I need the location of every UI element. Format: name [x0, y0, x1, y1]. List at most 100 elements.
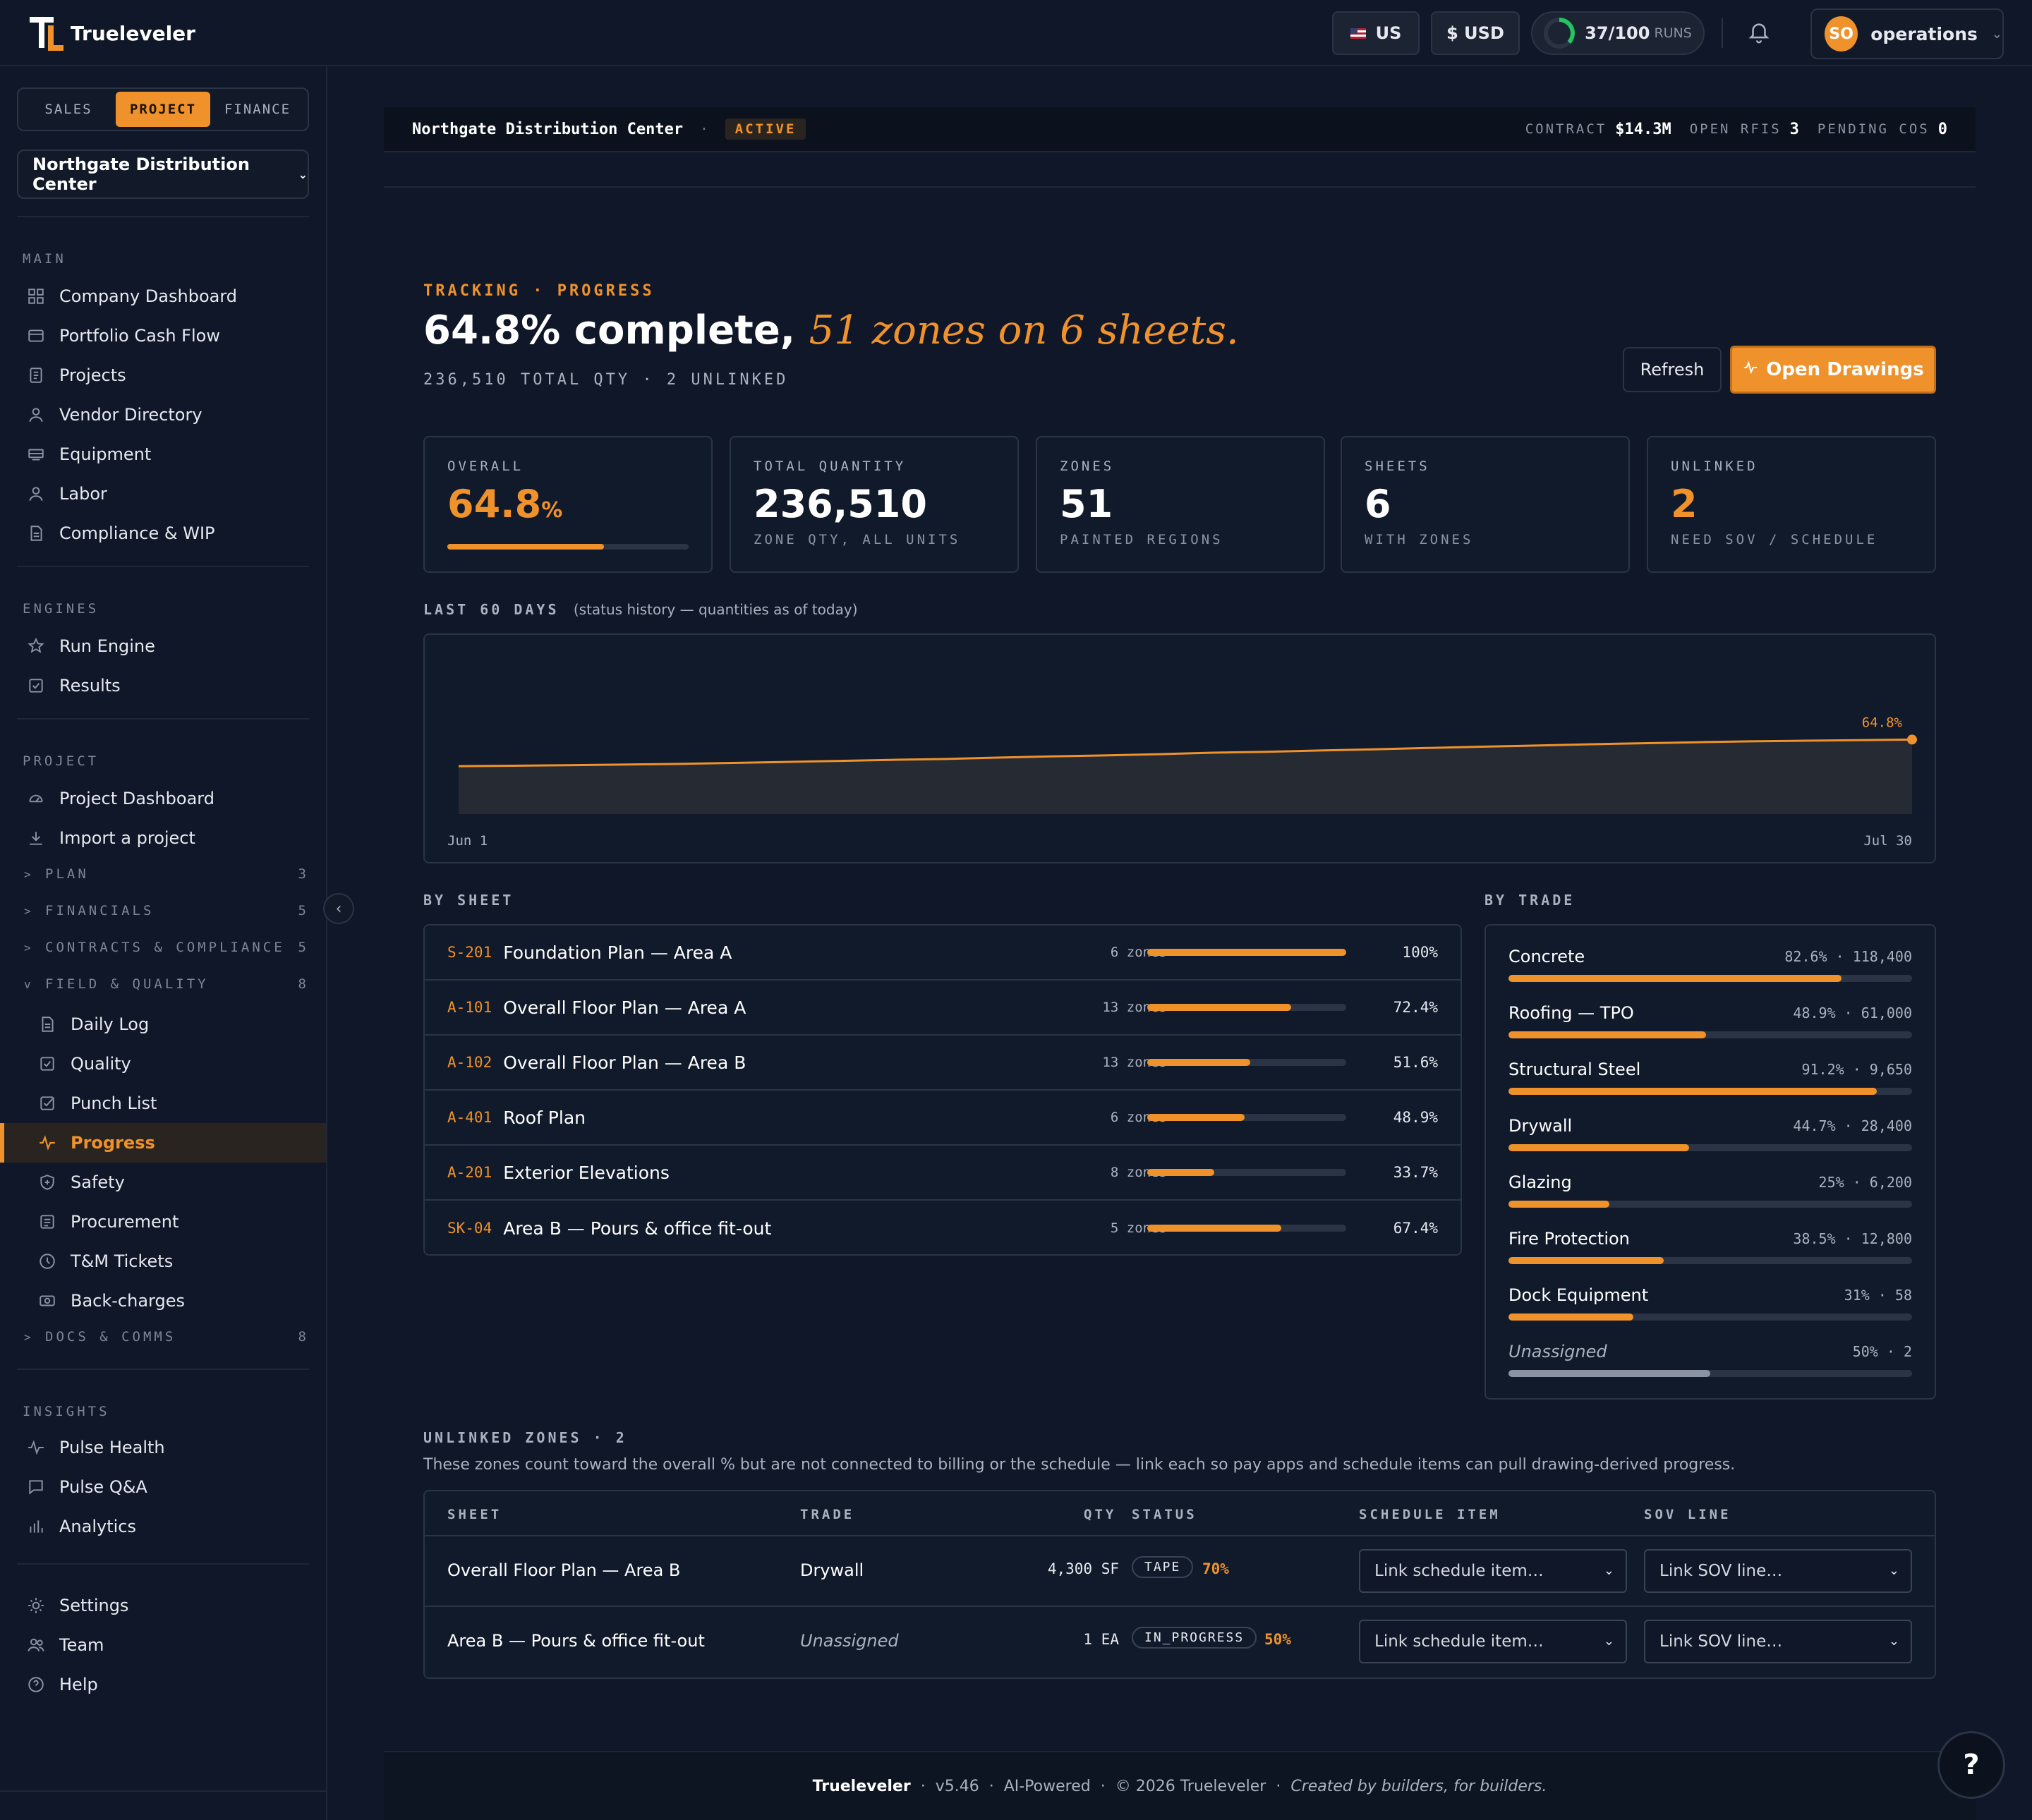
sheet-row[interactable]: A-102 Overall Floor Plan — Area B 13 zon…	[425, 1036, 1460, 1091]
column-header-trade: TRADE	[800, 1507, 855, 1522]
sidebar-item-label: Equipment	[59, 444, 152, 464]
sidebar-group-plan[interactable]: > PLAN 3	[24, 866, 306, 882]
sheet-row[interactable]: A-101 Overall Floor Plan — Area A 13 zon…	[425, 981, 1460, 1036]
trade-value: 50% · 2	[1852, 1343, 1912, 1360]
page-footer: Trueleveler · v5.46 · AI-Powered · © 2026 T…	[384, 1751, 1976, 1820]
column-header-qty: QTY	[1084, 1507, 1117, 1522]
sidebar-item-label: Help	[59, 1675, 98, 1694]
open-drawings-button[interactable]: Open Drawings	[1730, 346, 1936, 394]
bar-chart-icon	[25, 1516, 47, 1537]
sidebar-item-vendor-directory[interactable]: Vendor Directory	[0, 395, 326, 435]
sidebar-item-quality[interactable]: Quality	[0, 1044, 326, 1084]
tab-project[interactable]: PROJECT	[116, 92, 210, 127]
zone-status-percent: 50%	[1264, 1631, 1291, 1648]
sidebar-item-back-charges[interactable]: Back-charges	[0, 1281, 326, 1321]
sheet-row[interactable]: S-201 Foundation Plan — Area A 6 zones 1…	[425, 926, 1460, 981]
help-circle-icon	[25, 1674, 47, 1695]
sidebar-item-analytics[interactable]: Analytics	[0, 1507, 326, 1546]
trade-progress-bar	[1508, 1031, 1912, 1038]
sidebar-item-portfolio-cash-flow[interactable]: Portfolio Cash Flow	[0, 316, 326, 356]
sidebar-item-punch-list[interactable]: Punch List	[0, 1084, 326, 1123]
select-value: Link schedule item…	[1374, 1632, 1544, 1651]
tab-sales[interactable]: SALES	[21, 92, 116, 127]
tab-finance[interactable]: FINANCE	[210, 92, 305, 127]
notifications-bell-icon[interactable]	[1747, 20, 1771, 45]
sidebar-group-field-quality[interactable]: v FIELD & QUALITY 8	[24, 976, 306, 992]
worker-icon	[25, 483, 47, 504]
sidebar-item-projects[interactable]: Projects	[0, 356, 326, 395]
select-value: Link schedule item…	[1374, 1562, 1544, 1580]
sidebar-item-results[interactable]: Results	[0, 666, 326, 705]
sidebar-item-safety[interactable]: Safety	[0, 1163, 326, 1202]
sidebar-item-equipment[interactable]: Equipment	[0, 435, 326, 474]
sidebar-item-tm-tickets[interactable]: T&M Tickets	[0, 1242, 326, 1281]
trade-value: 44.7% · 28,400	[1793, 1117, 1912, 1134]
currency-label: $ USD	[1446, 23, 1504, 43]
link-sov-line-select[interactable]: Link SOV line… ⌄	[1644, 1620, 1912, 1663]
chevron-left-icon: ‹	[335, 899, 342, 918]
progress-fill	[1147, 1225, 1282, 1232]
history-chart-svg: 64.8% Jun 1 Jul 30	[447, 715, 1917, 849]
help-fab-button[interactable]: ?	[1937, 1731, 2005, 1799]
trade-name: Fire Protection	[1508, 1229, 1630, 1249]
column-header-sov-line: SOV LINE	[1644, 1507, 1731, 1522]
sheet-name: Foundation Plan — Area A	[503, 942, 732, 963]
refresh-button[interactable]: Refresh	[1623, 347, 1722, 392]
by-sheet-list: S-201 Foundation Plan — Area A 6 zones 1…	[423, 924, 1462, 1256]
sheet-code: S-201	[447, 944, 492, 961]
project-metrics: CONTRACT $14.3M OPEN RFIS 3 PENDING COS …	[1525, 121, 1947, 138]
link-schedule-item-select[interactable]: Link schedule item… ⌄	[1359, 1549, 1627, 1593]
sidebar-item-pulse-qa[interactable]: Pulse Q&A	[0, 1467, 326, 1507]
runs-usage-button[interactable]: 37/100 RUNS	[1531, 11, 1705, 55]
footer-ai: AI-Powered	[1003, 1777, 1091, 1795]
sidebar-item-import-project[interactable]: Import a project	[0, 818, 326, 858]
sheet-code: A-401	[447, 1109, 492, 1126]
user-menu-button[interactable]: SO operations ⌄	[1810, 8, 2004, 59]
sidebar-item-label: Settings	[59, 1596, 129, 1615]
sheet-percent: 51.6%	[1393, 1054, 1438, 1071]
sheet-zone-count: 13 zones	[1102, 1000, 1167, 1015]
sidebar-item-help[interactable]: Help	[0, 1665, 326, 1704]
sidebar-divider	[17, 1563, 309, 1565]
kpi-sub: NEED SOV / SCHEDULE	[1671, 532, 1878, 547]
sidebar-item-label: Import a project	[59, 828, 195, 848]
sheet-row[interactable]: A-201 Exterior Elevations 8 zones 33.7%	[425, 1146, 1460, 1201]
sidebar-group-count: 8	[298, 1329, 306, 1345]
download-icon	[25, 827, 47, 849]
sidebar-item-label: Compliance & WIP	[59, 523, 215, 543]
sheet-progress-bar	[1147, 1114, 1346, 1121]
sidebar-group-financials[interactable]: > FINANCIALS 5	[24, 903, 306, 918]
sidebar-item-run-engine[interactable]: Run Engine	[0, 626, 326, 666]
link-sov-line-select[interactable]: Link SOV line… ⌄	[1644, 1549, 1912, 1593]
sidebar-group-contracts-compliance[interactable]: > CONTRACTS & COMPLIANCE 5	[24, 940, 306, 955]
sidebar-item-daily-log[interactable]: Daily Log	[0, 1005, 326, 1044]
sidebar-group-docs-comms[interactable]: > DOCS & COMMS 8	[24, 1329, 306, 1345]
sheet-progress-bar	[1147, 1004, 1346, 1011]
sidebar-item-procurement[interactable]: Procurement	[0, 1202, 326, 1242]
link-schedule-item-select[interactable]: Link schedule item… ⌄	[1359, 1620, 1627, 1663]
trade-name: Glazing	[1508, 1172, 1572, 1192]
table-row: Overall Floor Plan — Area B Drywall 4,30…	[425, 1536, 1935, 1607]
sidebar-item-team[interactable]: Team	[0, 1625, 326, 1665]
pulse-icon	[25, 1437, 47, 1458]
sidebar-item-compliance-wip[interactable]: Compliance & WIP	[0, 514, 326, 553]
sidebar-item-pulse-health[interactable]: Pulse Health	[0, 1428, 326, 1467]
currency-button[interactable]: $ USD	[1431, 11, 1520, 55]
sheet-row[interactable]: SK-04 Area B — Pours & office fit-out 5 …	[425, 1201, 1460, 1254]
sidebar-item-labor[interactable]: Labor	[0, 474, 326, 514]
sidebar-item-company-dashboard[interactable]: Company Dashboard	[0, 277, 326, 316]
kpi-label: ZONES	[1060, 459, 1115, 474]
sidebar-item-progress[interactable]: Progress	[0, 1123, 326, 1163]
collapse-sidebar-button[interactable]: ‹	[323, 893, 354, 924]
sidebar-item-project-dashboard[interactable]: Project Dashboard	[0, 779, 326, 818]
sheet-row[interactable]: A-401 Roof Plan 6 zones 48.9%	[425, 1091, 1460, 1146]
rfis-value: 3	[1789, 120, 1799, 138]
sidebar-item-label: Run Engine	[59, 636, 155, 656]
sidebar-item-settings[interactable]: Settings	[0, 1586, 326, 1625]
region-button[interactable]: US	[1332, 11, 1420, 55]
select-value: Link SOV line…	[1659, 1562, 1783, 1580]
app-logo[interactable]: Trueleveler	[30, 16, 195, 51]
project-select[interactable]: Northgate Distribution Center ⌄	[17, 150, 309, 199]
x-tick-end: Jul 30	[1863, 833, 1912, 849]
sidebar-group-label: CONTRACTS & COMPLIANCE	[45, 940, 285, 955]
